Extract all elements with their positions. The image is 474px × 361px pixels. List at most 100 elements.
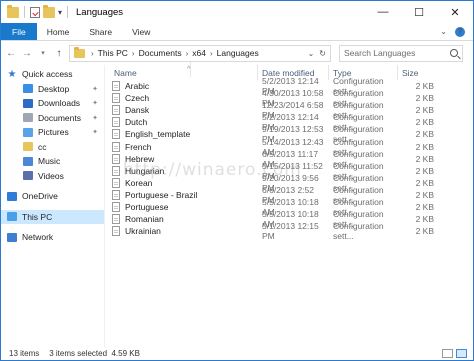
tab-share[interactable]: Share bbox=[79, 23, 122, 40]
search-icon[interactable] bbox=[450, 49, 458, 57]
new-folder-icon[interactable] bbox=[43, 4, 55, 18]
sidebar-item-downloads[interactable]: Downloads ✦ bbox=[1, 96, 104, 111]
breadcrumb-x64[interactable]: x64 bbox=[192, 48, 206, 58]
file-size: 2 KB bbox=[415, 105, 434, 116]
recent-locations-icon[interactable]: ▾ bbox=[37, 49, 49, 57]
refresh-icon[interactable]: ↻ bbox=[319, 49, 326, 58]
sidebar-item-onedrive[interactable]: OneDrive bbox=[1, 189, 104, 204]
breadcrumb-separator-icon[interactable]: › bbox=[132, 49, 135, 58]
videos-icon bbox=[23, 171, 33, 181]
config-file-icon bbox=[112, 214, 120, 225]
breadcrumb-documents[interactable]: Documents bbox=[139, 48, 182, 58]
search-placeholder: Search Languages bbox=[344, 48, 416, 58]
breadcrumb-this-pc[interactable]: This PC bbox=[98, 48, 128, 58]
file-name[interactable]: Hebrew bbox=[105, 153, 258, 164]
sidebar-item-pictures[interactable]: Pictures ✦ bbox=[1, 125, 104, 140]
breadcrumb-separator-icon[interactable]: › bbox=[91, 49, 94, 58]
file-name[interactable]: Ukrainian bbox=[105, 226, 258, 237]
selection-info: 3 items selected 4.59 KB bbox=[49, 349, 140, 358]
window-controls: — ☐ ✕ bbox=[365, 1, 473, 23]
large-icons-view-icon[interactable] bbox=[456, 349, 467, 358]
view-toggles bbox=[442, 349, 473, 358]
address-dropdown-icon[interactable]: ⌄ bbox=[308, 49, 315, 58]
file-type: Configuration sett... bbox=[333, 221, 384, 242]
window-title: Languages bbox=[76, 6, 124, 18]
file-name[interactable]: Portuguese - Brazil bbox=[105, 189, 258, 200]
tab-view[interactable]: View bbox=[122, 23, 160, 40]
file-size: 2 KB bbox=[415, 129, 434, 140]
sidebar-item-desktop[interactable]: Desktop ✦ bbox=[1, 82, 104, 97]
quick-access-toolbar: ▾ bbox=[1, 4, 70, 18]
breadcrumb-separator-icon[interactable]: › bbox=[186, 49, 189, 58]
file-name-label: Portuguese - Brazil bbox=[125, 189, 198, 200]
breadcrumb-languages[interactable]: Languages bbox=[217, 48, 259, 58]
music-icon bbox=[23, 156, 33, 166]
file-name[interactable]: French bbox=[105, 141, 258, 152]
title-bar: ▾ Languages — ☐ ✕ bbox=[1, 1, 473, 23]
folder-icon[interactable] bbox=[7, 4, 19, 18]
file-name[interactable]: English_template bbox=[105, 129, 258, 140]
explorer-window: ▾ Languages — ☐ ✕ File Home Share View ⌄… bbox=[0, 0, 474, 361]
explorer-body: ★ Quick access Desktop ✦ Downloads ✦ Documents… bbox=[1, 62, 473, 347]
downloads-icon bbox=[23, 98, 33, 108]
breadcrumb-separator-icon[interactable]: › bbox=[210, 49, 213, 58]
sidebar-item-label: cc bbox=[38, 141, 47, 152]
column-size[interactable]: Size bbox=[398, 65, 438, 80]
sidebar-item-this-pc[interactable]: This PC bbox=[1, 209, 104, 224]
forward-arrow-icon[interactable]: → bbox=[21, 48, 33, 59]
details-view-icon[interactable] bbox=[442, 349, 453, 358]
file-name[interactable]: Romanian bbox=[105, 214, 258, 225]
folder-icon bbox=[23, 142, 33, 152]
navigation-pane: ★ Quick access Desktop ✦ Downloads ✦ Documents… bbox=[1, 65, 105, 347]
sidebar-item-documents[interactable]: Documents ✦ bbox=[1, 111, 104, 126]
config-file-icon bbox=[112, 129, 120, 140]
minimize-icon[interactable]: — bbox=[365, 1, 401, 23]
expand-ribbon-icon[interactable]: ⌄ bbox=[440, 27, 447, 36]
tab-home[interactable]: Home bbox=[37, 23, 80, 40]
address-bar[interactable]: › This PC › Documents › x64 › Languages … bbox=[69, 44, 331, 62]
back-arrow-icon[interactable]: ← bbox=[5, 48, 17, 59]
file-name-label: Dansk bbox=[125, 105, 150, 116]
customize-toolbar-arrow-icon[interactable]: ▾ bbox=[58, 8, 62, 17]
close-icon[interactable]: ✕ bbox=[437, 1, 473, 23]
pin-icon[interactable]: ✦ bbox=[92, 128, 98, 136]
column-name[interactable]: Name bbox=[105, 65, 258, 80]
file-name[interactable]: Korean bbox=[105, 177, 258, 188]
pin-icon[interactable]: ✦ bbox=[92, 85, 98, 93]
file-name[interactable]: Arabic bbox=[105, 81, 258, 92]
help-icon[interactable]: ? bbox=[455, 26, 465, 37]
config-file-icon bbox=[112, 177, 120, 188]
column-type[interactable]: Type bbox=[329, 65, 398, 80]
properties-icon[interactable] bbox=[30, 6, 40, 18]
pin-icon[interactable]: ✦ bbox=[92, 114, 98, 122]
file-size: 2 KB bbox=[415, 201, 434, 212]
sidebar-item-label: This PC bbox=[22, 211, 53, 222]
table-row[interactable]: Ukrainian 5/1/2013 12:15 PM Configuration … bbox=[105, 221, 473, 241]
file-name[interactable]: Dansk bbox=[105, 105, 258, 116]
file-name[interactable]: Dutch bbox=[105, 117, 258, 128]
file-name[interactable]: Hungarian bbox=[105, 165, 258, 176]
file-name[interactable]: Portuguese bbox=[105, 201, 258, 212]
up-arrow-icon[interactable]: ↑ bbox=[53, 48, 65, 59]
onedrive-icon bbox=[7, 191, 17, 201]
folder-icon bbox=[74, 46, 85, 58]
file-name-label: French bbox=[125, 141, 152, 152]
search-input[interactable]: Search Languages bbox=[339, 44, 463, 62]
column-date-modified[interactable]: Date modified bbox=[258, 65, 329, 80]
sidebar-item-network[interactable]: Network bbox=[1, 230, 104, 245]
pin-icon[interactable]: ✦ bbox=[92, 99, 98, 107]
sidebar-item-videos[interactable]: Videos bbox=[1, 169, 104, 184]
sidebar-item-label: Desktop bbox=[38, 83, 70, 94]
config-file-icon bbox=[112, 165, 120, 176]
sidebar-item-cc[interactable]: cc bbox=[1, 140, 104, 155]
pc-icon bbox=[7, 212, 17, 222]
pictures-icon bbox=[23, 127, 33, 137]
file-size: 2 KB bbox=[415, 189, 434, 200]
tab-file[interactable]: File bbox=[1, 23, 37, 40]
file-name-label: Korean bbox=[125, 177, 153, 188]
maximize-icon[interactable]: ☐ bbox=[401, 1, 437, 23]
file-name[interactable]: Czech bbox=[105, 93, 258, 104]
sidebar-item-quick-access[interactable]: ★ Quick access bbox=[1, 67, 104, 82]
sidebar-item-music[interactable]: Music bbox=[1, 154, 104, 169]
file-date: 5/1/2013 12:15 PM bbox=[262, 221, 319, 242]
